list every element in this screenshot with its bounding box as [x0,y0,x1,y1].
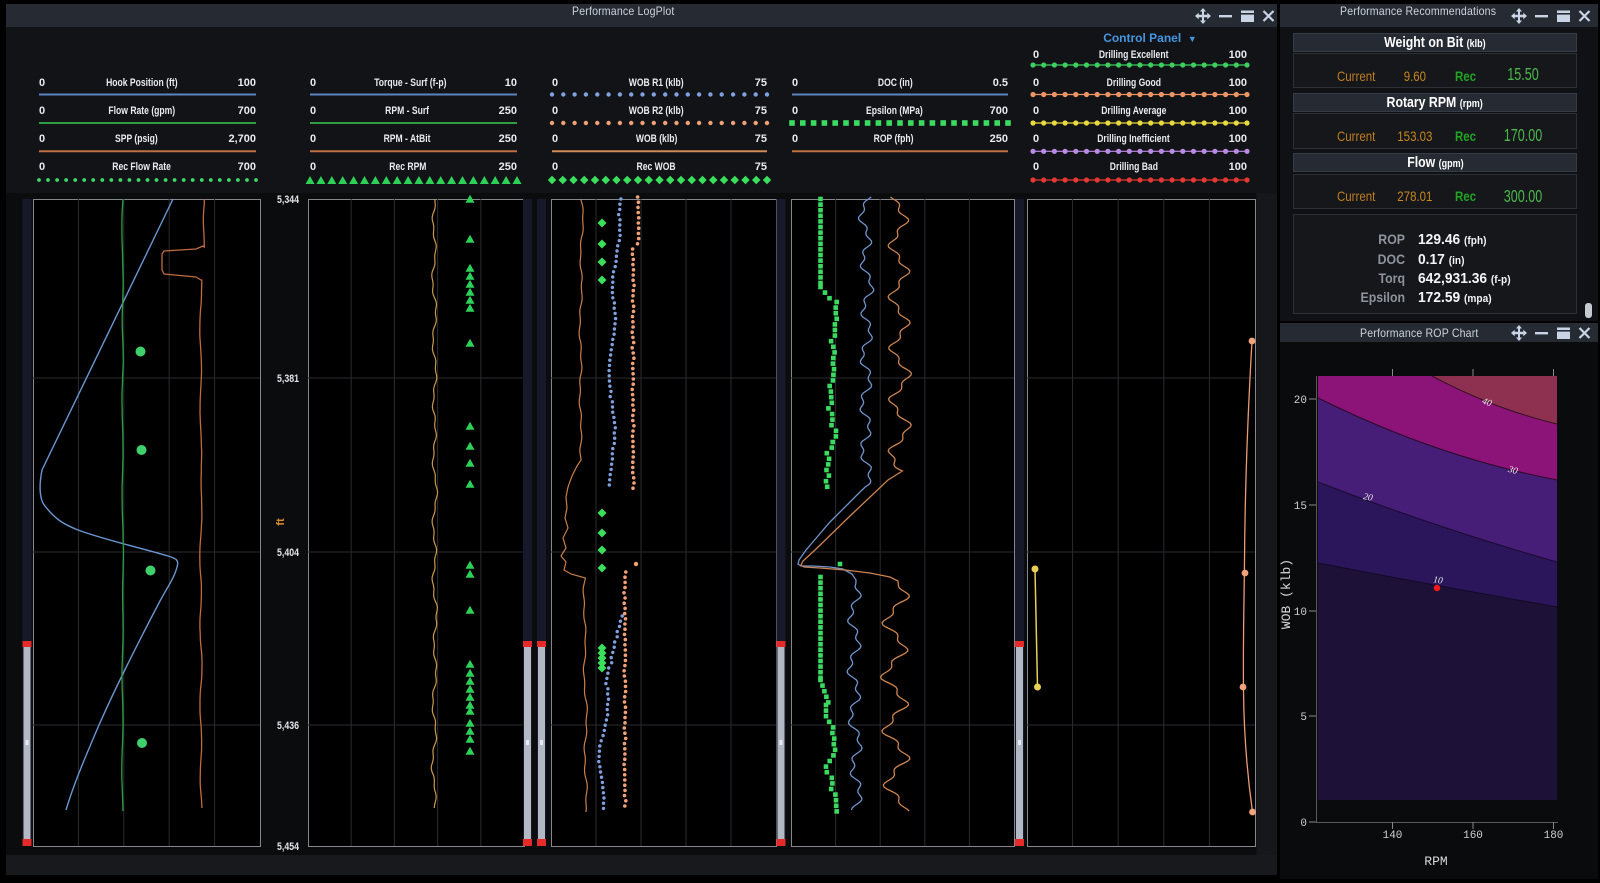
svg-text:5,404: 5,404 [277,547,300,559]
svg-text:RPM: RPM [1424,854,1447,869]
svg-text:140: 140 [1383,830,1403,842]
svg-text:5,344: 5,344 [277,194,300,206]
svg-text:5: 5 [1300,712,1307,724]
svg-text:ft: ft [275,518,287,526]
svg-text:180: 180 [1544,830,1564,842]
svg-text:10: 10 [1432,575,1443,586]
svg-text:5,436: 5,436 [277,720,299,732]
svg-text:5,454: 5,454 [277,841,300,853]
svg-text:160: 160 [1463,830,1483,842]
svg-text:0: 0 [1300,818,1307,830]
svg-text:10: 10 [1294,607,1307,619]
svg-text:20: 20 [1294,395,1307,407]
svg-text:5,381: 5,381 [277,373,299,385]
svg-text:WOB (klb): WOB (klb) [1279,559,1294,629]
svg-text:15: 15 [1294,501,1307,513]
